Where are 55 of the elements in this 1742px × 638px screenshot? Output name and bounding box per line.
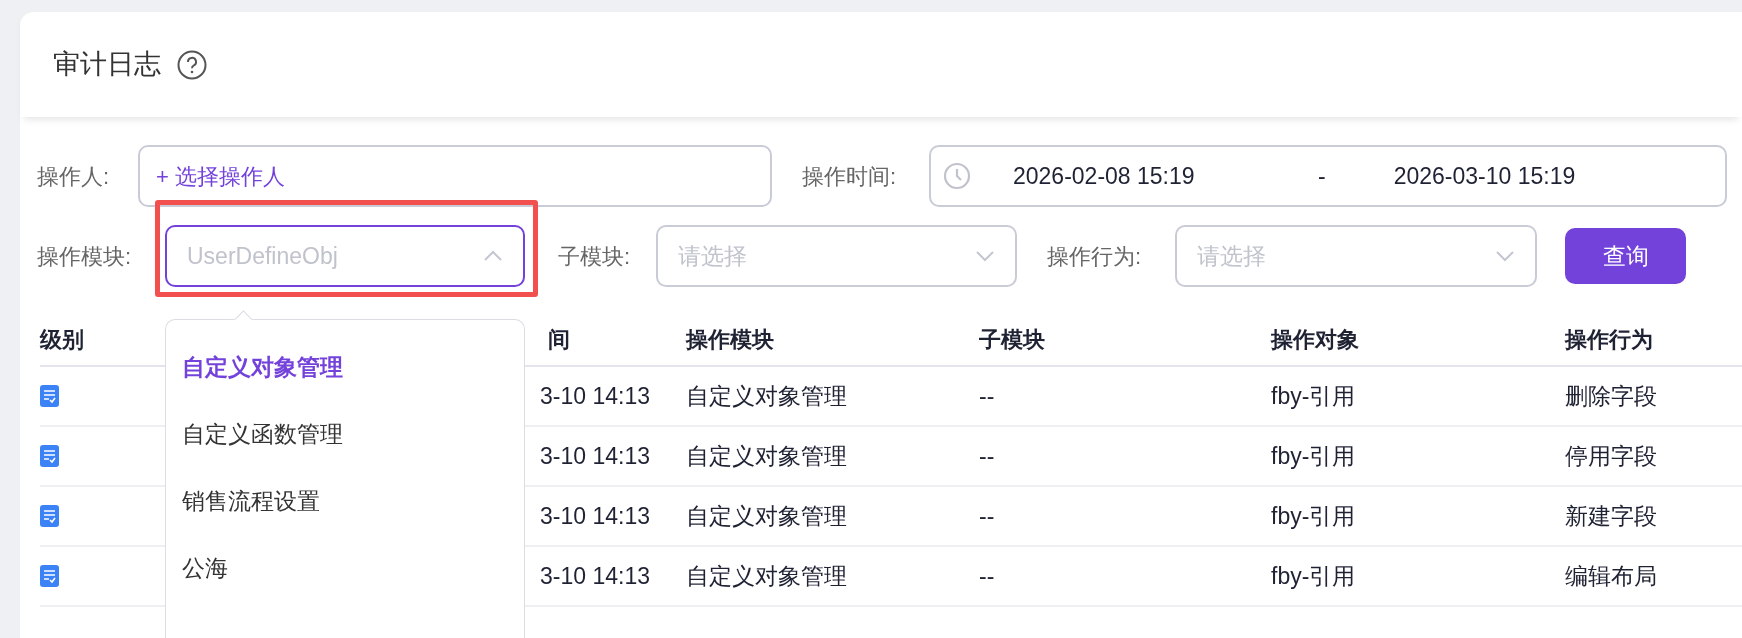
select-placeholder: 请选择 bbox=[1197, 241, 1266, 271]
dropdown-option[interactable]: 公海 bbox=[166, 535, 524, 602]
table-cell-text: 自定义对象管理 bbox=[686, 381, 848, 411]
filter-label: 操作人: bbox=[37, 162, 111, 191]
table-cell-text: 停用字段 bbox=[1565, 441, 1658, 471]
chevron-up-icon bbox=[483, 250, 503, 262]
column-header: 操作对象 bbox=[1271, 325, 1360, 354]
table-cell-text: -- bbox=[979, 441, 996, 471]
table-cell-text: fby-引用 bbox=[1271, 561, 1357, 591]
table-cell-text: 自定义对象管理 bbox=[686, 561, 848, 591]
start-date: 2026-02-08 15:19 bbox=[1013, 161, 1196, 191]
table-cell-text: 3-10 14:13 bbox=[539, 381, 651, 411]
clock-icon bbox=[943, 162, 971, 190]
select-placeholder: UserDefineObj bbox=[187, 241, 338, 271]
dropdown-option[interactable]: 自定义对象管理 bbox=[166, 334, 524, 401]
table-cell-text: 3-10 14:13 bbox=[539, 501, 651, 531]
document-check-icon bbox=[40, 445, 59, 467]
table-cell-text: 自定义对象管理 bbox=[686, 441, 848, 471]
table-cell-text: fby-引用 bbox=[1271, 501, 1357, 531]
help-icon[interactable] bbox=[177, 49, 207, 80]
table-cell-text: -- bbox=[979, 501, 996, 531]
table-cell-text: 自定义对象管理 bbox=[686, 501, 848, 531]
column-header: 子模块 bbox=[979, 325, 1046, 354]
document-check-icon bbox=[40, 385, 59, 407]
table-cell-text: fby-引用 bbox=[1271, 441, 1357, 471]
date-range-field[interactable]: 2026-02-08 15:19 - 2026-03-10 15:19 bbox=[929, 145, 1727, 207]
query-button[interactable]: 查询 bbox=[1565, 228, 1686, 284]
operator-field[interactable]: + 选择操作人 bbox=[138, 145, 772, 207]
column-header: 级别 bbox=[40, 325, 85, 354]
page-title: 审计日志 bbox=[53, 48, 161, 82]
column-header: 操作行为 bbox=[1565, 325, 1654, 354]
dropdown-option[interactable]: 销售流程设置 bbox=[166, 468, 524, 535]
filter-label: 操作模块: bbox=[37, 242, 133, 271]
column-header: 间 bbox=[547, 325, 571, 354]
table-cell-text: 3-10 14:13 bbox=[539, 441, 651, 471]
table-cell-text: 编辑布局 bbox=[1565, 561, 1658, 591]
end-date: 2026-03-10 15:19 bbox=[1393, 161, 1576, 191]
select-operator-link[interactable]: + 选择操作人 bbox=[156, 159, 285, 193]
chevron-down-icon bbox=[975, 250, 995, 262]
dropdown-option[interactable]: 自定义函数管理 bbox=[166, 401, 524, 468]
table-cell-text: 3-10 14:13 bbox=[539, 561, 651, 591]
filter-label: 子模块: bbox=[558, 242, 632, 271]
chevron-down-icon bbox=[1495, 250, 1515, 262]
filter-label: 操作时间: bbox=[802, 162, 898, 191]
filter-label: 操作行为: bbox=[1047, 242, 1143, 271]
column-header: 操作模块 bbox=[686, 325, 775, 354]
table-cell-text: 新建字段 bbox=[1565, 501, 1658, 531]
date-separator: - bbox=[1318, 161, 1326, 191]
table-cell-text: 删除字段 bbox=[1565, 381, 1658, 411]
document-check-icon bbox=[40, 565, 59, 587]
table-cell-text: fby-引用 bbox=[1271, 381, 1357, 411]
document-check-icon bbox=[40, 505, 59, 527]
table-cell-text: -- bbox=[979, 561, 996, 591]
select-placeholder: 请选择 bbox=[678, 241, 747, 271]
table-cell-text: -- bbox=[979, 381, 996, 411]
